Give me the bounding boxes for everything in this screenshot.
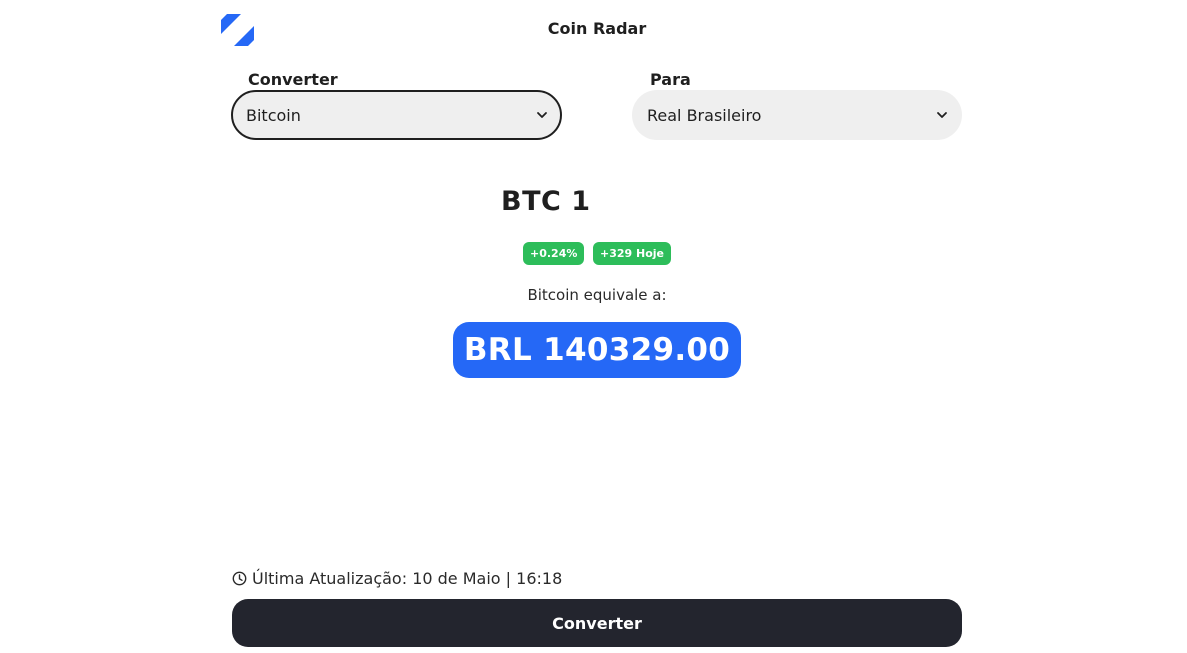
chevron-down-icon: [936, 109, 948, 121]
amount-heading: BTC 1: [501, 186, 591, 217]
from-currency-label: Converter: [248, 70, 338, 89]
clock-icon: [232, 571, 247, 586]
last-update-text: Última Atualização: 10 de Maio | 16:18: [252, 569, 563, 588]
to-currency-select[interactable]: Real Brasileiro: [632, 90, 962, 140]
chevron-down-icon: [536, 109, 548, 121]
from-currency-select[interactable]: Bitcoin: [231, 90, 562, 140]
equivalence-text: Bitcoin equivale a:: [527, 286, 667, 304]
change-percent-badge: +0.24%: [523, 242, 584, 265]
convert-button[interactable]: Converter: [232, 599, 962, 647]
to-currency-label: Para: [650, 70, 691, 89]
converted-value: BRL 140329.00: [453, 322, 741, 378]
coin-radar-page: Coin Radar Converter Bitcoin Para Real B…: [0, 0, 1187, 653]
app-title: Coin Radar: [547, 19, 647, 38]
last-update-info: Última Atualização: 10 de Maio | 16:18: [232, 569, 562, 588]
change-today-badge: +329 Hoje: [593, 242, 671, 265]
from-currency-value: Bitcoin: [246, 105, 301, 125]
to-currency-value: Real Brasileiro: [647, 105, 762, 125]
